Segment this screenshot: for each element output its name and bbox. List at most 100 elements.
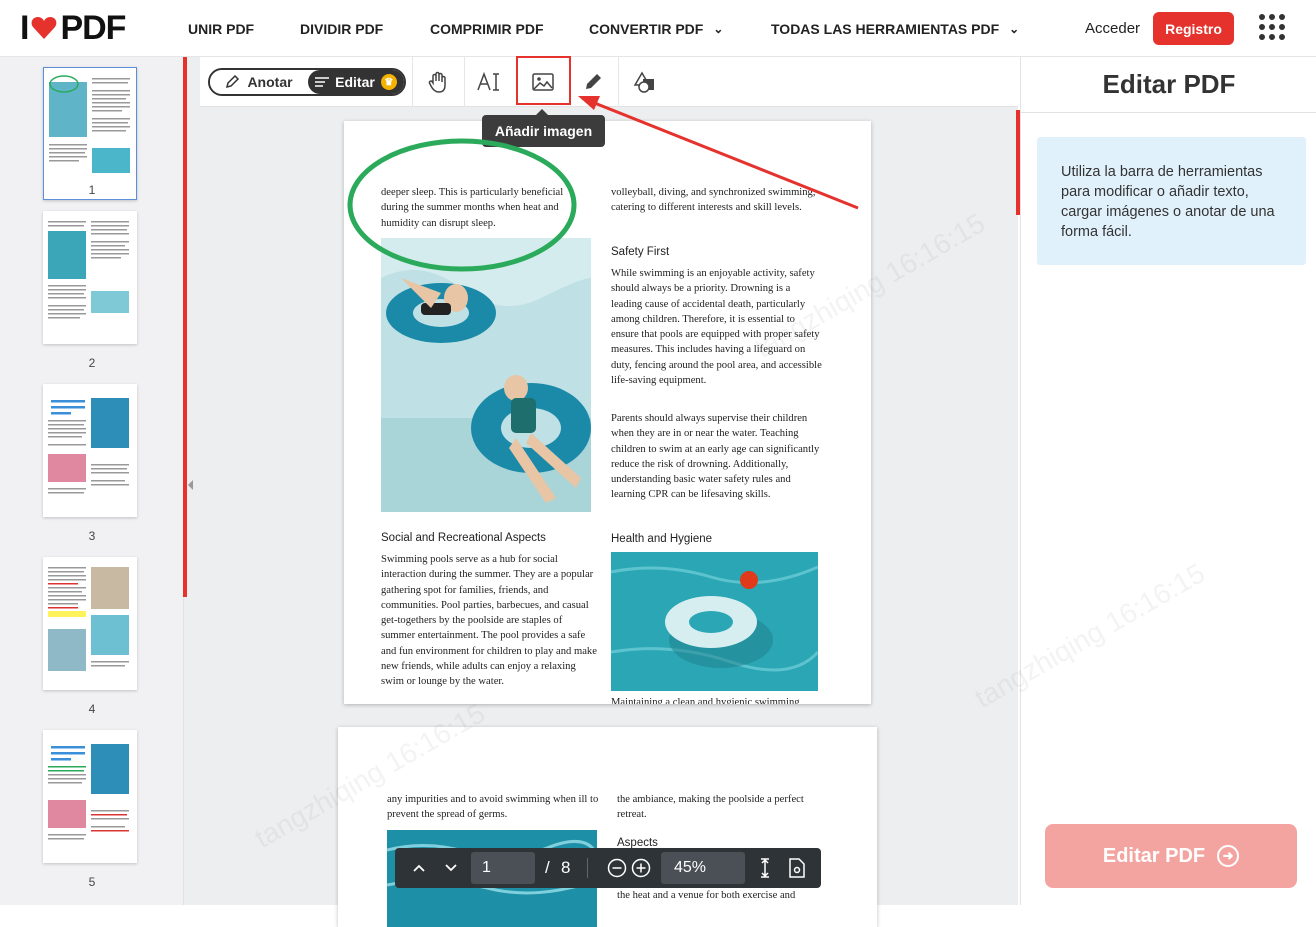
- zoom-out-icon: [607, 858, 627, 878]
- thumbnail-number: 5: [88, 875, 96, 889]
- add-image-tooltip: Añadir imagen: [482, 109, 605, 147]
- nav-all-tools[interactable]: TODAS LAS HERRAMIENTAS PDF ⌄: [771, 0, 1019, 57]
- section-heading: Health and Hygiene: [611, 533, 713, 545]
- thumbnail-number: 2: [88, 356, 96, 370]
- edit-lines-icon: [315, 77, 330, 87]
- editor-toolbar: Anotar Editar ♛: [200, 57, 1018, 107]
- page-settings-button[interactable]: [781, 848, 813, 888]
- page-text-block: the ambiance, making the poolside a perf…: [617, 794, 804, 821]
- panel-title: Editar PDF: [1021, 57, 1316, 113]
- page-text-block: While swimming is an enjoyable activity,…: [611, 268, 822, 387]
- logo-letter: I: [20, 8, 30, 47]
- chevron-down-icon: [445, 864, 457, 872]
- hand-tool-button[interactable]: [422, 66, 454, 98]
- apps-grid-icon[interactable]: [1259, 14, 1285, 40]
- page-settings-icon: [789, 858, 805, 878]
- thumbnail-sidebar: 1 2 3 4 5: [0, 57, 184, 905]
- thumbnail-number: 4: [88, 702, 96, 716]
- chevron-up-icon: [413, 864, 425, 872]
- page-text-block: volleyball, diving, and synchronized swi…: [611, 187, 816, 214]
- page-text-block: Parents should always supervise their ch…: [611, 413, 820, 501]
- thumbnail-preview: [48, 398, 129, 494]
- arrow-right-circle-icon: ➜: [1217, 845, 1240, 867]
- thumbnail-preview: [48, 744, 129, 840]
- nav-label: TODAS LAS HERRAMIENTAS PDF: [771, 20, 1000, 37]
- section-heading: Safety First: [611, 246, 670, 258]
- chevron-down-icon: ⌄: [1009, 21, 1020, 36]
- page-navigation-bar: 1 / 8 45%: [395, 848, 821, 888]
- pencil-icon: [226, 75, 240, 89]
- page-thumbnail-4[interactable]: [43, 557, 137, 690]
- edit-mode-button[interactable]: Editar ♛: [308, 70, 404, 94]
- pencil-draw-icon: [586, 74, 601, 89]
- zoom-in-button[interactable]: [625, 848, 657, 888]
- thumbnail-preview: [48, 221, 129, 319]
- page-number-input[interactable]: 1: [471, 852, 535, 884]
- fit-height-icon: [761, 858, 769, 878]
- pdf-page-1[interactable]: deeper sleep. This is particularly benef…: [344, 121, 871, 704]
- annotate-label: Anotar: [247, 74, 293, 90]
- shapes-tool-button[interactable]: [628, 66, 660, 98]
- prev-page-button[interactable]: [403, 848, 435, 888]
- page-text-block: Maintaining a clean and hygienic swimmin…: [611, 697, 800, 704]
- nav-label: COMPRIMIR PDF: [430, 20, 544, 37]
- collapse-sidebar-icon[interactable]: [188, 480, 193, 490]
- section-heading: Social and Recreational Aspects: [381, 532, 546, 544]
- crown-icon: ♛: [380, 74, 397, 90]
- nav-label: UNIR PDF: [188, 20, 255, 37]
- page-thumbnail-3[interactable]: [43, 384, 137, 517]
- pdf-page-2[interactable]: any impurities and to avoid swimming whe…: [338, 727, 877, 927]
- nav-merge-pdf[interactable]: UNIR PDF: [188, 0, 254, 57]
- annotate-mode-button[interactable]: Anotar: [210, 70, 308, 94]
- page-text-block: any impurities and to avoid swimming whe…: [387, 794, 599, 821]
- edit-label: Editar: [335, 74, 375, 90]
- thumbnail-number: 1: [88, 183, 96, 197]
- page-thumbnail-5[interactable]: [43, 730, 137, 863]
- draw-tool-button[interactable]: [577, 66, 609, 98]
- zoom-level-input[interactable]: 45%: [661, 852, 745, 884]
- mode-toggle[interactable]: Anotar Editar ♛: [208, 68, 406, 96]
- hand-icon: [428, 71, 446, 93]
- submit-label: Editar PDF: [1102, 844, 1206, 867]
- logo-wordmark: PDF: [60, 8, 126, 47]
- heart-icon: [32, 17, 57, 39]
- document-scrollbar[interactable]: [1016, 110, 1020, 215]
- total-pages: 8: [561, 858, 571, 877]
- nav-compress-pdf[interactable]: COMPRIMIR PDF: [430, 0, 544, 57]
- add-text-tool-button[interactable]: [473, 66, 505, 98]
- edit-pdf-panel: Editar PDF Utiliza la barra de herramien…: [1020, 57, 1316, 905]
- fit-page-button[interactable]: [749, 848, 781, 888]
- info-box: Utiliza la barra de herramientas para mo…: [1037, 137, 1306, 265]
- text-cursor-icon: [477, 71, 499, 91]
- top-navigation-bar: I PDF UNIR PDF DIVIDIR PDF COMPRIMIR PDF…: [0, 0, 1316, 57]
- next-page-button[interactable]: [435, 848, 467, 888]
- ilovepdf-logo[interactable]: I PDF: [20, 8, 126, 47]
- thumbnail-preview: [48, 567, 129, 671]
- swimmers-photo[interactable]: [381, 238, 591, 512]
- page-separator: /: [545, 858, 550, 877]
- chevron-down-icon: ⌄: [713, 21, 724, 36]
- page-thumbnail-2[interactable]: [43, 211, 137, 344]
- page-text-block: Swimming pools serve as a hub for social…: [381, 554, 597, 688]
- pager-divider: [587, 858, 588, 878]
- register-button[interactable]: Registro: [1153, 12, 1234, 45]
- edit-pdf-submit-button[interactable]: Editar PDF ➜: [1045, 824, 1297, 888]
- highlight-annotation-box: [516, 56, 571, 105]
- toolbar-divider: [618, 57, 619, 107]
- nav-split-pdf[interactable]: DIVIDIR PDF: [300, 0, 383, 57]
- toolbar-divider: [464, 57, 465, 107]
- login-link[interactable]: Acceder: [1085, 20, 1140, 37]
- shapes-icon: [633, 71, 654, 93]
- page-text-block: the heat and a venue for both exercise a…: [617, 890, 796, 901]
- nav-label: DIVIDIR PDF: [300, 20, 384, 37]
- nav-convert-pdf[interactable]: CONVERTIR PDF ⌄: [589, 0, 723, 57]
- zoom-in-icon: [631, 858, 651, 878]
- sidebar-scrollbar[interactable]: [183, 57, 187, 597]
- nav-label: CONVERTIR PDF: [589, 20, 704, 37]
- page-thumbnail-1[interactable]: [43, 67, 137, 200]
- pool-float-photo[interactable]: [611, 552, 818, 691]
- thumbnail-number: 3: [88, 529, 96, 543]
- toolbar-divider: [412, 57, 413, 107]
- page-text-block: deeper sleep. This is particularly benef…: [381, 187, 564, 229]
- thumbnail-preview: [49, 75, 130, 173]
